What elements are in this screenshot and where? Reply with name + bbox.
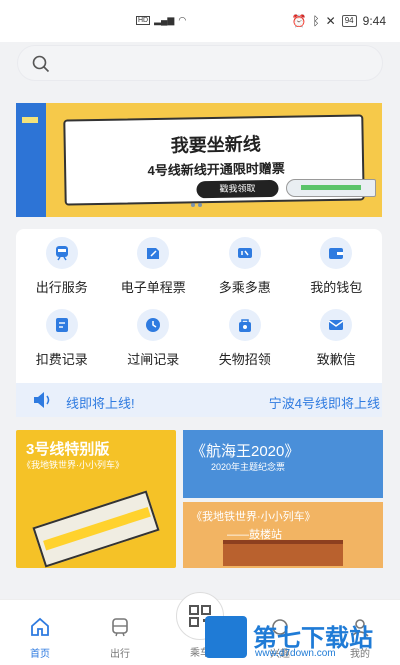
clock-icon [146, 318, 161, 332]
banner-decor [22, 117, 38, 123]
notice-text-left: 线即将上线! [66, 396, 135, 411]
status-bar: HD ▂▄▆ ◠ ⏰ ᛒ ✕ 94 9:44 [0, 0, 400, 42]
ticket-edit-icon [147, 248, 160, 259]
service-item-lost-found[interactable]: 失物招领 [199, 309, 291, 375]
lost-found-icon [238, 319, 251, 332]
service-item-discount[interactable]: 多乘多惠 [199, 237, 291, 303]
banner-title: 我要坐新线 [170, 134, 261, 156]
service-label: 多乘多惠 [218, 280, 271, 295]
promo-title: 《航海王2020》 [191, 443, 300, 460]
notice-text-right: 宁波4号线即将上线 [268, 396, 380, 411]
train-illustration [286, 179, 376, 197]
bill-icon [55, 318, 68, 332]
promo-card-onepiece[interactable]: 《航海王2020》 2020年主题纪念票 [183, 430, 383, 498]
battery-indicator: 94 [341, 15, 357, 27]
service-item-apology[interactable]: 致歉信 [291, 309, 383, 375]
metro-icon [55, 246, 68, 261]
home-icon [31, 617, 49, 636]
tab-label: 出行 [110, 649, 130, 660]
promo-title: 《我地铁世界·小小列车》 [191, 511, 316, 523]
service-label: 出行服务 [35, 280, 88, 295]
service-label: 我的钱包 [310, 280, 363, 295]
banner-claim-button[interactable]: 戳我领取 [196, 179, 279, 199]
banner-subtitle: 4号线新线开通限时赠票 [147, 160, 285, 179]
service-grid: 出行服务 电子单程票 多乘多惠 我的钱包 扣费记录 过闸记录 失物招领 致歉信 [16, 237, 382, 375]
service-label: 过闸记录 [127, 352, 180, 367]
carousel-dots [191, 203, 202, 207]
hd-icon: HD [136, 16, 151, 25]
signal-icon: ▂▄▆ [154, 15, 175, 25]
mail-icon [328, 320, 344, 330]
promo-card-line3[interactable]: 3号线特别版 《我地铁世界·小小列车》 [16, 430, 176, 568]
service-item-travel[interactable]: 出行服务 [16, 237, 108, 303]
watermark-logo [205, 616, 247, 658]
service-label: 失物招领 [218, 352, 271, 367]
watermark: 第七下载站 www.d7down.com [205, 616, 400, 665]
promo-card-gulou[interactable]: 《我地铁世界·小小列车》 ——鼓楼站 [183, 502, 383, 568]
bluetooth-icon: ᛒ [312, 14, 320, 28]
service-item-wallet[interactable]: 我的钱包 [291, 237, 383, 303]
promo-banner[interactable]: 我要坐新线 4号线新线开通限时赠票 戳我领取 [16, 103, 382, 217]
service-item-eticket[interactable]: 电子单程票 [108, 237, 200, 303]
tab-home[interactable]: 首页 [15, 616, 65, 660]
speaker-icon [34, 392, 50, 408]
discount-ticket-icon [237, 248, 252, 258]
building-illustration [223, 540, 343, 566]
promo-title: 3号线特别版 [26, 441, 110, 458]
tab-label: 首页 [30, 649, 50, 660]
train-illustration [32, 490, 160, 568]
clock-time: 9:44 [362, 14, 386, 28]
search-icon [32, 55, 50, 73]
service-item-billing[interactable]: 扣费记录 [16, 309, 108, 375]
promo-subtitle: 《我地铁世界·小小列车》 [22, 460, 124, 470]
watermark-url: www.d7down.com [255, 648, 336, 659]
status-right: ⏰ ᛒ ✕ 94 9:44 [292, 14, 386, 28]
service-label: 电子单程票 [120, 280, 186, 295]
promo-subtitle: 2020年主题纪念票 [211, 462, 286, 472]
mute-icon: ✕ [325, 14, 336, 28]
service-item-gate[interactable]: 过闸记录 [108, 309, 200, 375]
wallet-icon [329, 248, 344, 259]
service-label: 扣费记录 [35, 352, 88, 367]
status-left: HD ▂▄▆ ◠ [136, 15, 186, 26]
service-label: 致歉信 [316, 352, 356, 367]
alarm-icon: ⏰ [291, 14, 307, 28]
wifi-icon: ◠ [178, 15, 187, 25]
bus-icon [112, 618, 128, 637]
search-bar[interactable] [17, 45, 383, 81]
tab-travel[interactable]: 出行 [95, 616, 145, 660]
notice-bar[interactable]: 线即将上线! 宁波4号线即将上线 [16, 383, 382, 417]
